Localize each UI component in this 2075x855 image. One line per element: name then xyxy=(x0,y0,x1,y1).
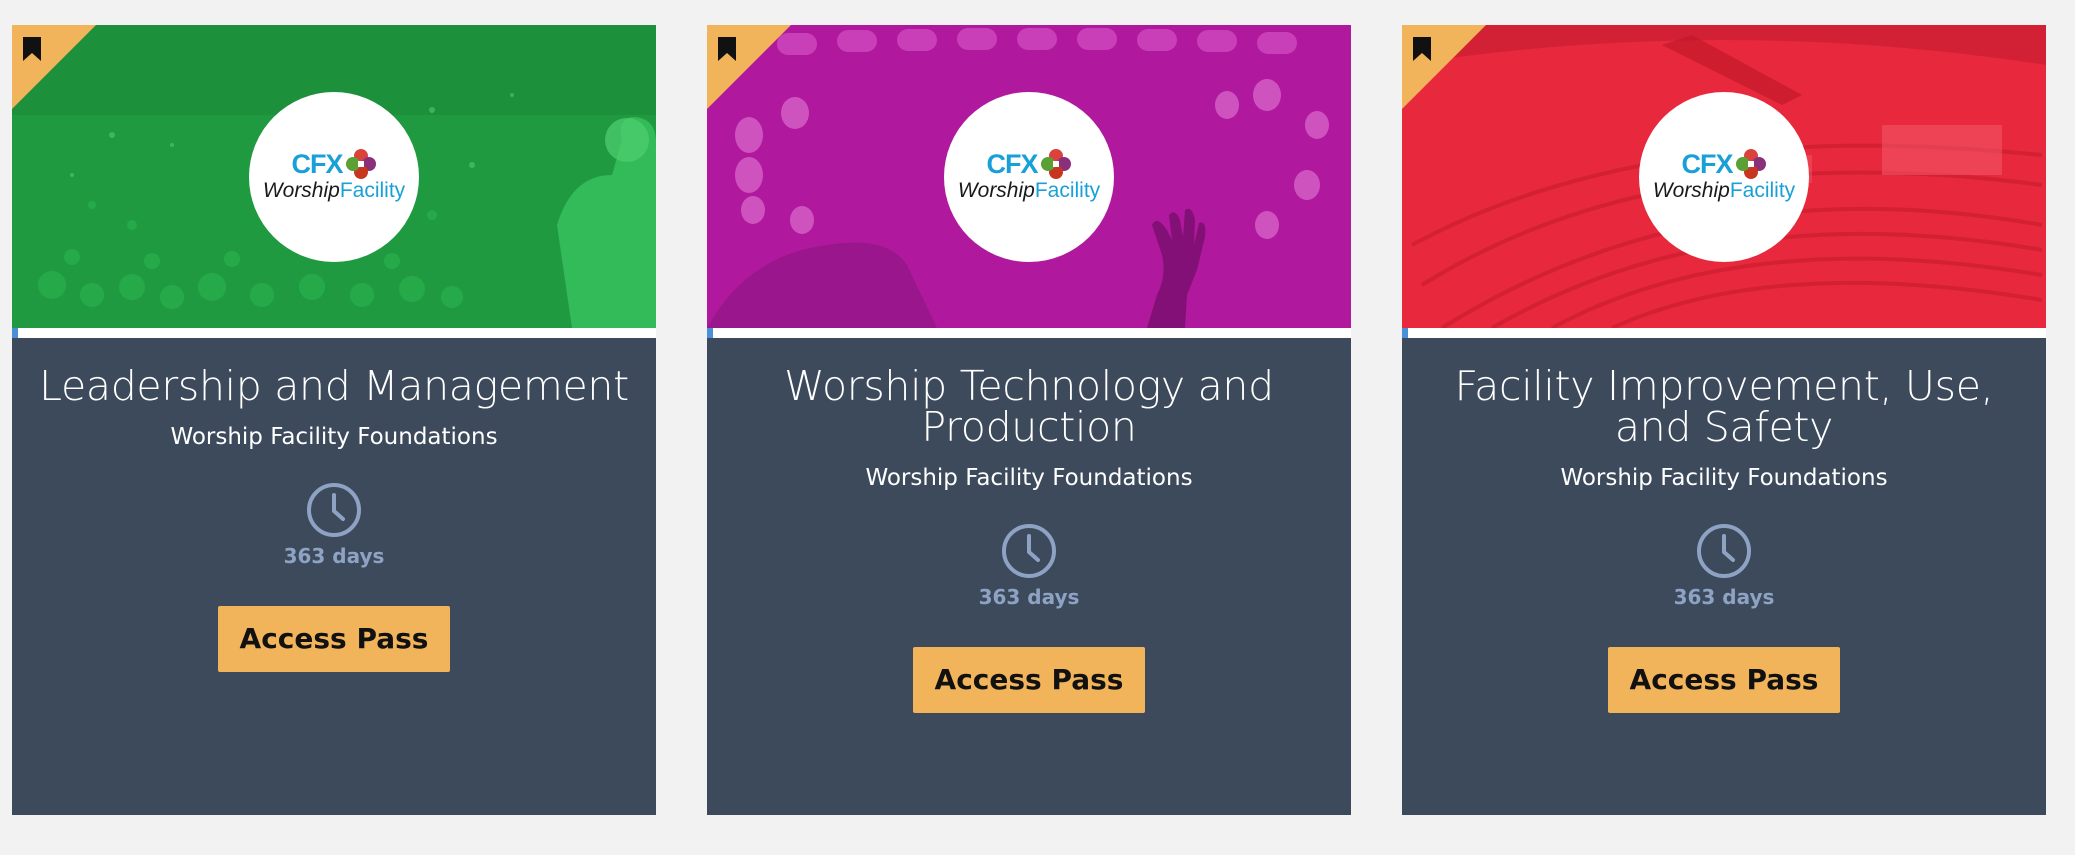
course-duration: 363 days xyxy=(283,544,385,568)
progress-fill xyxy=(1402,328,1408,338)
cfx-cross-mark-icon xyxy=(345,149,376,179)
course-title[interactable]: Facility Improvement, Use, and Safety xyxy=(1422,366,2026,448)
course-progress-bar xyxy=(12,328,656,338)
course-subtitle: Worship Facility Foundations xyxy=(170,424,498,450)
course-progress-bar xyxy=(707,328,1351,338)
logo-facility-text: Facility xyxy=(1034,179,1101,202)
cfx-cross-mark-icon xyxy=(1735,149,1766,179)
access-pass-button[interactable]: Access Pass xyxy=(218,606,450,672)
course-duration: 363 days xyxy=(1673,585,1775,609)
logo-facility-text: Facility xyxy=(339,179,406,202)
bookmark-icon[interactable] xyxy=(1412,37,1432,61)
bookmark-icon[interactable] xyxy=(717,37,737,61)
course-duration: 363 days xyxy=(978,585,1080,609)
cfx-worship-facility-logo: CFX WorshipFacility xyxy=(944,92,1114,262)
cfx-cross-mark-icon xyxy=(1040,149,1071,179)
course-title[interactable]: Worship Technology and Production xyxy=(727,366,1331,448)
clock-icon xyxy=(307,483,361,537)
access-pass-button[interactable]: Access Pass xyxy=(1608,647,1840,713)
course-subtitle: Worship Facility Foundations xyxy=(1560,465,1888,491)
logo-cfx-text: CFX xyxy=(1681,148,1734,179)
course-card[interactable]: CFX WorshipFacility Facility Improvement… xyxy=(1402,25,2046,815)
course-banner[interactable]: CFX WorshipFacility xyxy=(707,25,1351,328)
progress-fill xyxy=(12,328,18,338)
course-card[interactable]: CFX WorshipFacility Leadership and Manag… xyxy=(12,25,656,815)
logo-worship-text: Worship xyxy=(262,179,340,202)
course-progress-bar xyxy=(1402,328,2046,338)
logo-facility-text: Facility xyxy=(1729,179,1796,202)
clock-icon xyxy=(1002,524,1056,578)
progress-fill xyxy=(707,328,713,338)
bookmark-icon[interactable] xyxy=(22,37,42,61)
course-banner[interactable]: CFX WorshipFacility xyxy=(12,25,656,328)
cfx-worship-facility-logo: CFX WorshipFacility xyxy=(1639,92,1809,262)
logo-worship-text: Worship xyxy=(1652,179,1730,202)
course-card[interactable]: CFX WorshipFacility Worship Technology a… xyxy=(707,25,1351,815)
cfx-worship-facility-logo: CFX WorshipFacility xyxy=(249,92,419,262)
logo-worship-text: Worship xyxy=(957,179,1035,202)
course-title[interactable]: Leadership and Management xyxy=(32,366,636,407)
clock-icon xyxy=(1697,524,1751,578)
course-card-grid: CFX WorshipFacility Leadership and Manag… xyxy=(12,25,2046,815)
logo-cfx-text: CFX xyxy=(986,148,1039,179)
course-banner[interactable]: CFX WorshipFacility xyxy=(1402,25,2046,328)
course-subtitle: Worship Facility Foundations xyxy=(865,465,1193,491)
access-pass-button[interactable]: Access Pass xyxy=(913,647,1145,713)
logo-cfx-text: CFX xyxy=(291,148,344,179)
